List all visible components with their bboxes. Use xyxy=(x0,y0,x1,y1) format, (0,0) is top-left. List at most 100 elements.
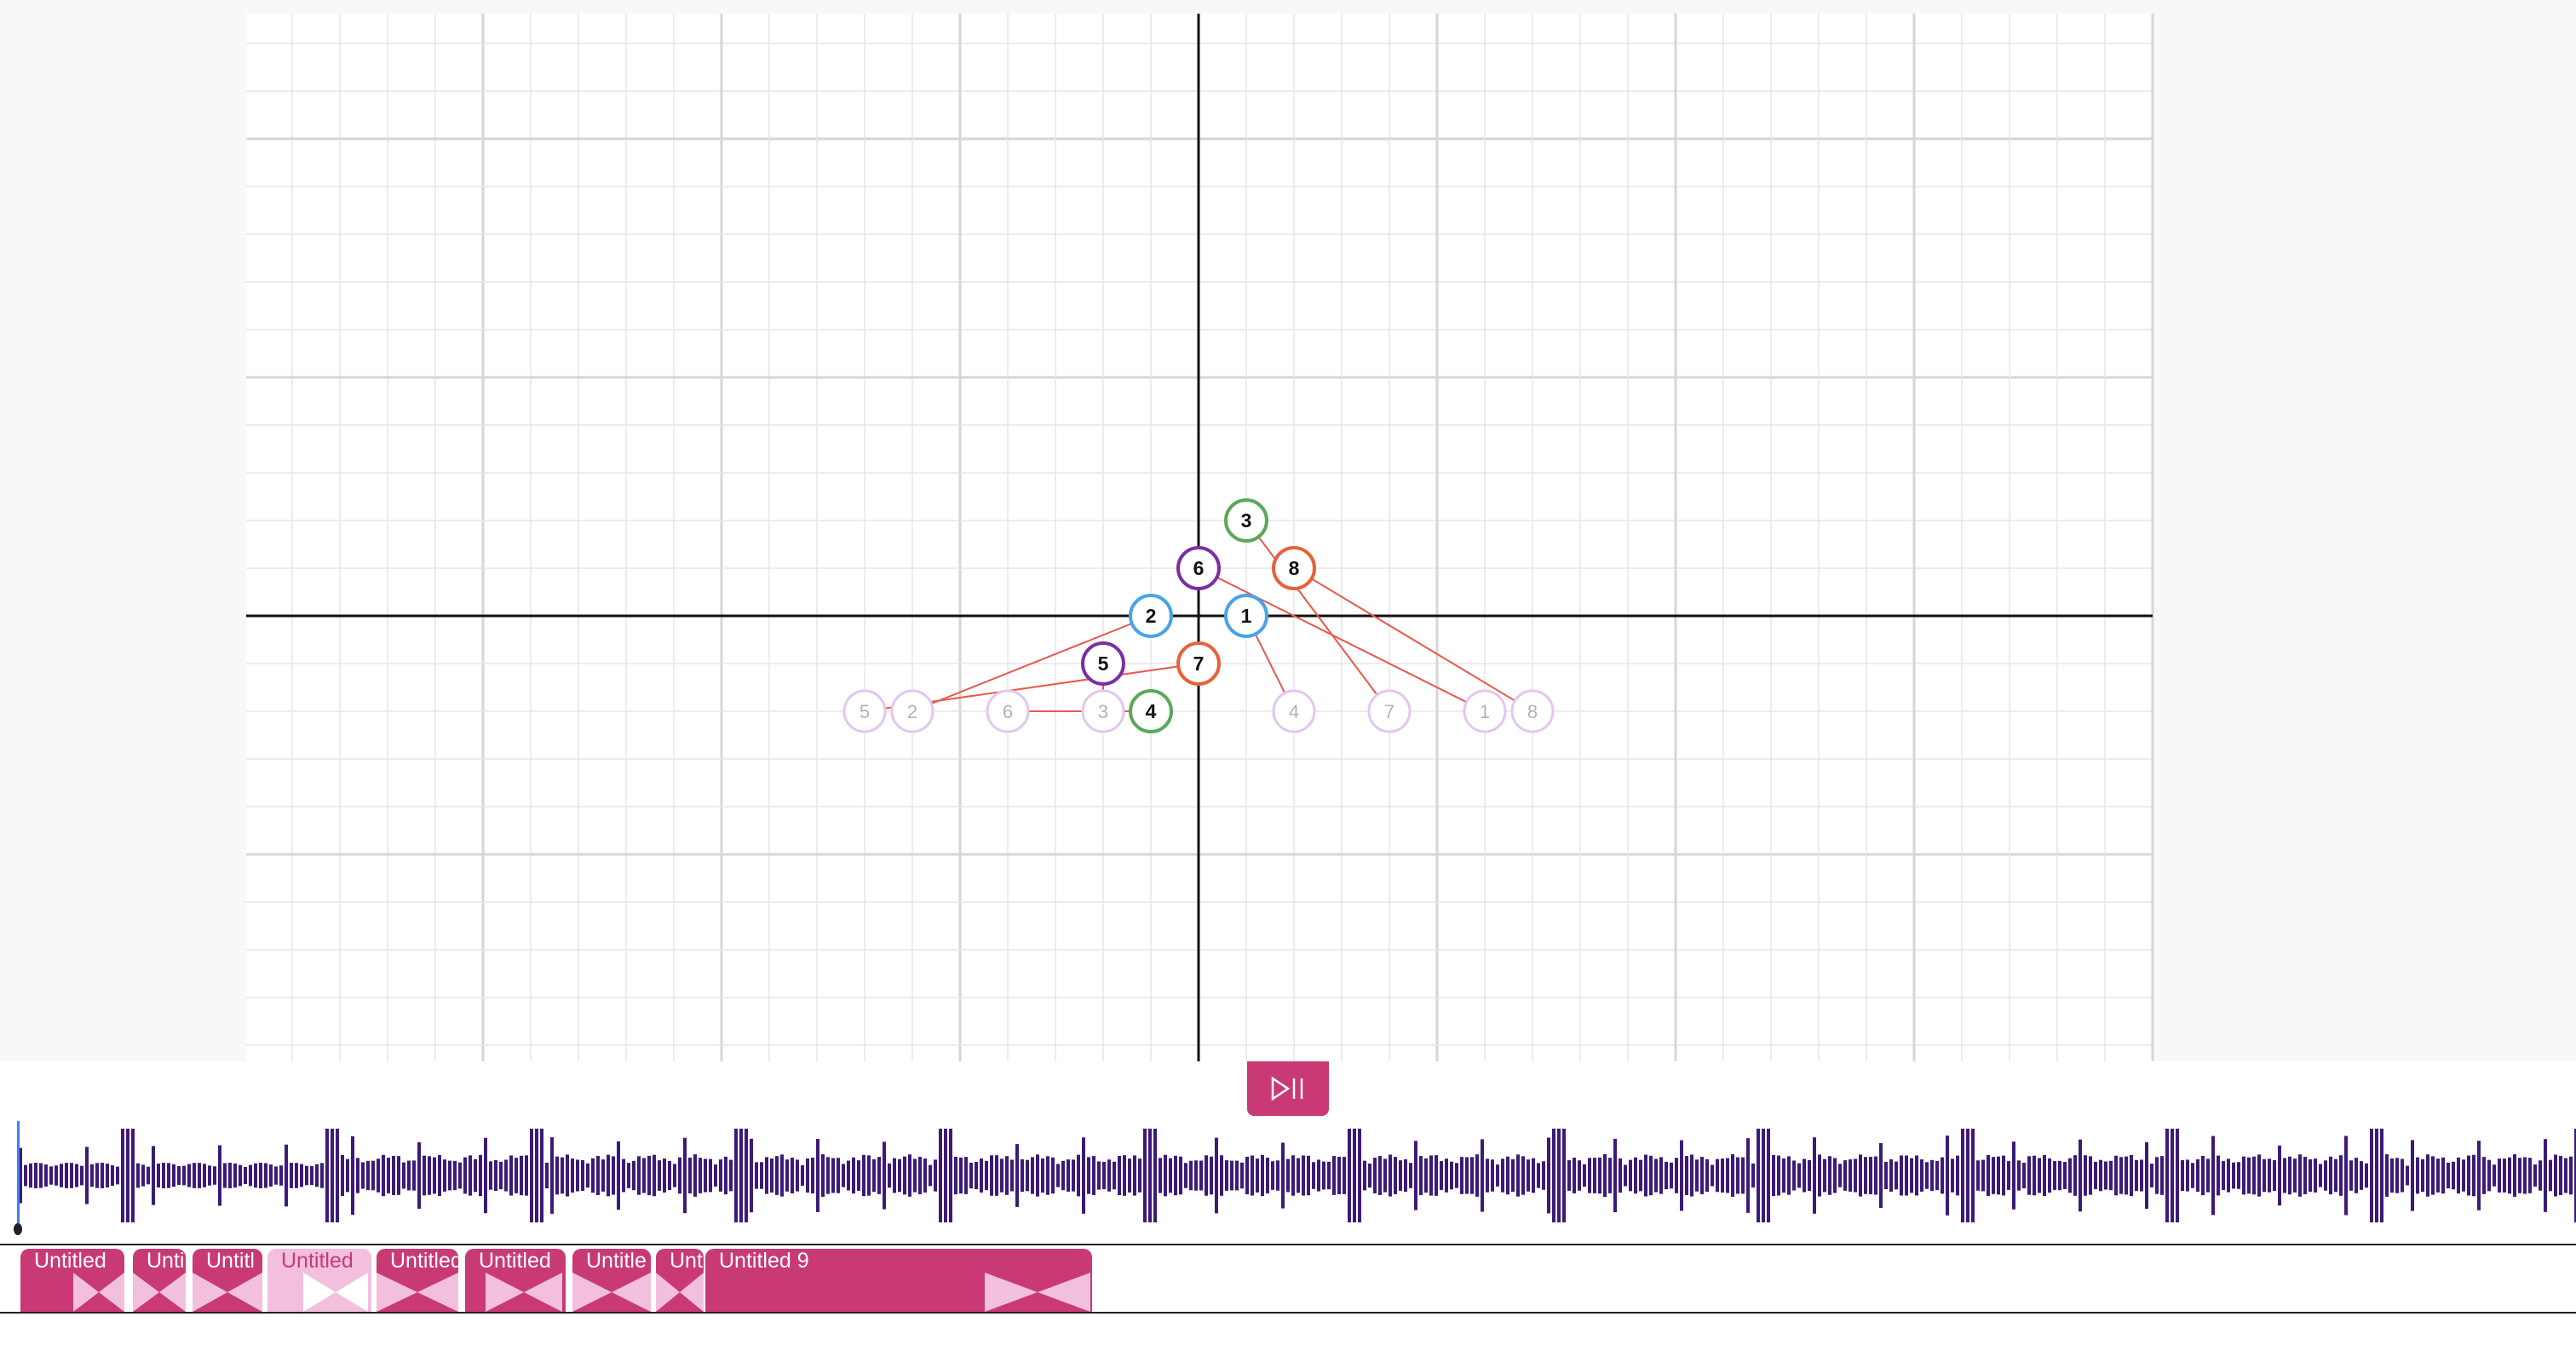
waveform-bar xyxy=(596,1156,600,1195)
clip[interactable]: Unti xyxy=(133,1249,186,1312)
clip[interactable]: Untitl xyxy=(193,1249,262,1312)
waveform-bar xyxy=(2150,1164,2153,1187)
waveform-bar xyxy=(2048,1158,2051,1193)
waveform-bar xyxy=(2268,1158,2271,1193)
waveform-bar xyxy=(1823,1158,1826,1193)
ghost-node-label: 4 xyxy=(1289,701,1299,722)
waveform-bar xyxy=(2554,1154,2557,1197)
waveform-bar xyxy=(1782,1158,1785,1193)
clip-selected[interactable]: Untitled xyxy=(267,1249,371,1312)
waveform-bar xyxy=(1153,1129,1157,1222)
waveform-bar xyxy=(2370,1129,2373,1222)
waveform-bar xyxy=(2334,1158,2337,1193)
waveform-bar xyxy=(1619,1158,1622,1193)
waveform-bar xyxy=(1956,1155,1959,1196)
waveform-bar xyxy=(1169,1158,1172,1193)
play-pause-button[interactable] xyxy=(1247,1061,1329,1116)
playhead[interactable] xyxy=(17,1121,20,1233)
node-label: 8 xyxy=(1289,557,1300,579)
waveform-bar xyxy=(842,1164,845,1187)
waveform-bar xyxy=(2467,1155,2470,1196)
waveform-bar xyxy=(44,1164,48,1187)
waveform-bar xyxy=(1026,1159,1029,1192)
waveform-bar xyxy=(356,1158,359,1193)
waveform-bar xyxy=(1368,1163,1371,1188)
waveform-bar xyxy=(1772,1154,1775,1197)
waveform-bar xyxy=(550,1137,554,1214)
waveform-bar xyxy=(872,1158,876,1193)
waveform-bar xyxy=(806,1158,809,1193)
waveform-bar xyxy=(1542,1161,1545,1190)
node-label: 6 xyxy=(1193,557,1205,579)
waveform-bar xyxy=(1961,1129,1964,1222)
clip[interactable]: Unt xyxy=(656,1249,704,1312)
node-label: 7 xyxy=(1193,653,1205,675)
waveform-bar xyxy=(1097,1161,1101,1190)
waveform-bar xyxy=(2155,1157,2159,1194)
waveform-bar xyxy=(1792,1160,1796,1191)
waveform-bar xyxy=(443,1159,446,1192)
waveform-bar xyxy=(2416,1157,2419,1194)
clip-fade-shape xyxy=(303,1273,368,1312)
waveform-bar xyxy=(1343,1157,1346,1194)
waveform-bar xyxy=(80,1165,83,1186)
waveform-bar xyxy=(929,1164,932,1187)
clip[interactable]: Untitled 9 xyxy=(705,1249,1092,1312)
waveform-bar xyxy=(1041,1158,1044,1193)
waveform-bar xyxy=(259,1163,262,1188)
waveform-bar xyxy=(1843,1160,1847,1191)
node-label: 3 xyxy=(1241,509,1252,532)
waveform-bar xyxy=(1946,1135,1949,1216)
waveform-bar xyxy=(1266,1158,1269,1193)
waveform-bar xyxy=(1634,1157,1637,1194)
waveform-bar xyxy=(2482,1157,2486,1194)
clip[interactable]: Untitled xyxy=(465,1249,566,1312)
waveform-bar xyxy=(1302,1155,1305,1196)
waveform-bar xyxy=(95,1163,99,1188)
waveform-bar xyxy=(1307,1155,1310,1196)
waveform-bar xyxy=(70,1163,73,1188)
waveform-bar xyxy=(1808,1159,1811,1192)
clip[interactable]: Untitle xyxy=(572,1249,651,1312)
waveform-bar xyxy=(1552,1129,1555,1222)
waveform-bar xyxy=(1925,1162,1929,1189)
waveform-bar xyxy=(2303,1157,2307,1194)
waveform-bar xyxy=(1383,1158,1387,1193)
waveform-bar xyxy=(1251,1155,1254,1196)
waveform-bar xyxy=(1935,1160,1939,1191)
waveform-bar xyxy=(2114,1155,2118,1196)
waveform-bar xyxy=(642,1158,646,1193)
playhead-handle[interactable] xyxy=(14,1223,22,1235)
waveform-bar xyxy=(1010,1159,1014,1192)
waveform-bar xyxy=(1138,1158,1141,1193)
waveform-bar xyxy=(2503,1158,2506,1193)
waveform-bar xyxy=(274,1166,278,1185)
waveform-bar xyxy=(2477,1141,2481,1210)
waveform-bar xyxy=(714,1164,717,1187)
waveform-bar xyxy=(116,1166,119,1185)
waveform-bar xyxy=(1276,1160,1279,1191)
waveform-bar xyxy=(1567,1160,1571,1191)
waveform-bar xyxy=(2160,1156,2164,1195)
waveform-bar xyxy=(269,1164,273,1187)
waveform-bar xyxy=(2109,1160,2113,1191)
waveform-bar xyxy=(1501,1158,1504,1193)
waveform-bar xyxy=(1506,1156,1509,1195)
waveform-bar xyxy=(2068,1158,2072,1193)
clip[interactable]: Untitled xyxy=(20,1249,124,1312)
waveform-bar xyxy=(377,1158,380,1193)
waveform-bar xyxy=(1291,1155,1295,1196)
waveform-bar xyxy=(601,1159,605,1192)
waveform-bar xyxy=(1777,1155,1780,1196)
waveform-bar xyxy=(2329,1156,2332,1195)
waveform-bar xyxy=(2559,1156,2562,1195)
waveform-bar xyxy=(1971,1129,1975,1222)
waveform-bar xyxy=(147,1166,150,1185)
waveform-bar xyxy=(1930,1159,1934,1192)
waveform[interactable] xyxy=(0,1116,2576,1235)
waveform-bar xyxy=(2176,1129,2179,1222)
waveform-bar xyxy=(2544,1139,2547,1212)
waveform-bar xyxy=(2007,1161,2010,1190)
clip[interactable]: Untitled xyxy=(377,1249,458,1312)
waveform-bar xyxy=(1731,1154,1734,1197)
